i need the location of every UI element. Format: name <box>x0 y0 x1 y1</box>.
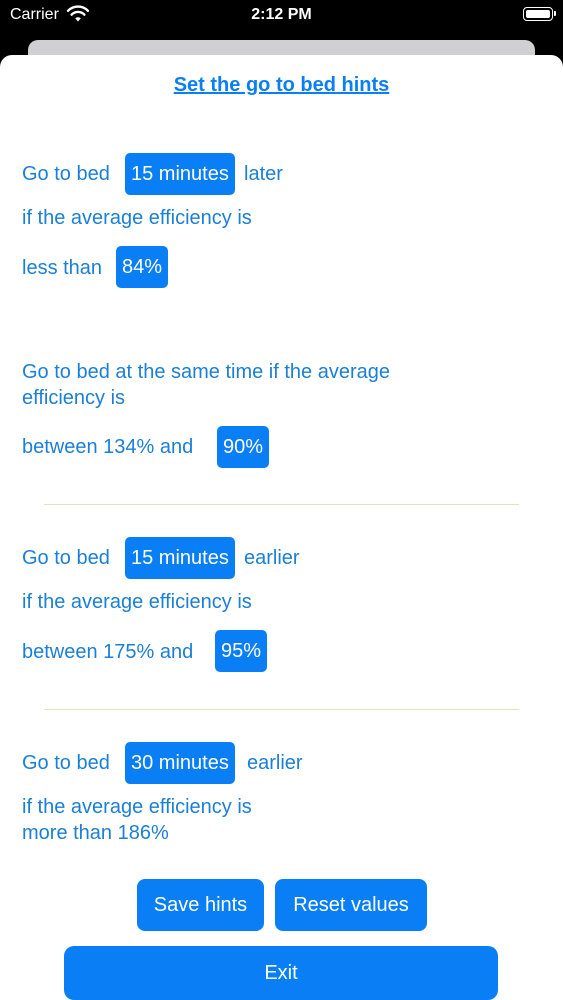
separator <box>44 709 519 710</box>
hints-sheet <box>0 55 563 1000</box>
hint-same-line2: efficiency is <box>22 387 126 409</box>
hint-earlier2-threshold: more than 186% <box>22 822 169 844</box>
status-bar: Carrier 2:12 PM <box>0 0 563 34</box>
save-hints-button[interactable]: Save hints <box>137 879 264 931</box>
hint-earlier1-condition: if the average efficiency is <box>22 591 252 613</box>
hint-same-line1: Go to bed at the same time if the averag… <box>22 361 390 383</box>
hint-earlier2-suffix: earlier <box>247 752 303 774</box>
battery-icon <box>523 7 556 21</box>
status-time: 2:12 PM <box>251 6 312 23</box>
hint-earlier1-minutes-chip[interactable]: 15 minutes <box>125 537 235 579</box>
hint-same-threshold-chip[interactable]: 90% <box>217 426 270 468</box>
hint-earlier1-range-label: between 175% and <box>22 641 194 663</box>
hint-same-range-label: between 134% and <box>22 436 194 458</box>
hint-earlier1-suffix: earlier <box>244 547 300 569</box>
hint-earlier1-threshold-chip[interactable]: 95% <box>215 630 268 672</box>
hint-later-prefix: Go to bed <box>22 163 110 185</box>
hint-later-suffix: later <box>244 163 283 185</box>
hint-later-condition: if the average efficiency is <box>22 207 252 229</box>
hint-later-minutes-chip[interactable]: 15 minutes <box>125 153 235 195</box>
separator <box>44 504 519 505</box>
exit-button[interactable]: Exit <box>64 946 498 1000</box>
hint-later-threshold-label: less than <box>22 257 103 279</box>
hint-later-threshold-chip[interactable]: 84% <box>116 246 169 288</box>
hint-earlier2-prefix: Go to bed <box>22 752 110 774</box>
reset-values-button[interactable]: Reset values <box>275 879 427 931</box>
hint-earlier1-prefix: Go to bed <box>22 547 110 569</box>
page-title[interactable]: Set the go to bed hints <box>0 74 563 97</box>
hint-earlier2-minutes-chip[interactable]: 30 minutes <box>125 742 235 784</box>
hint-earlier2-condition: if the average efficiency is <box>22 796 252 818</box>
